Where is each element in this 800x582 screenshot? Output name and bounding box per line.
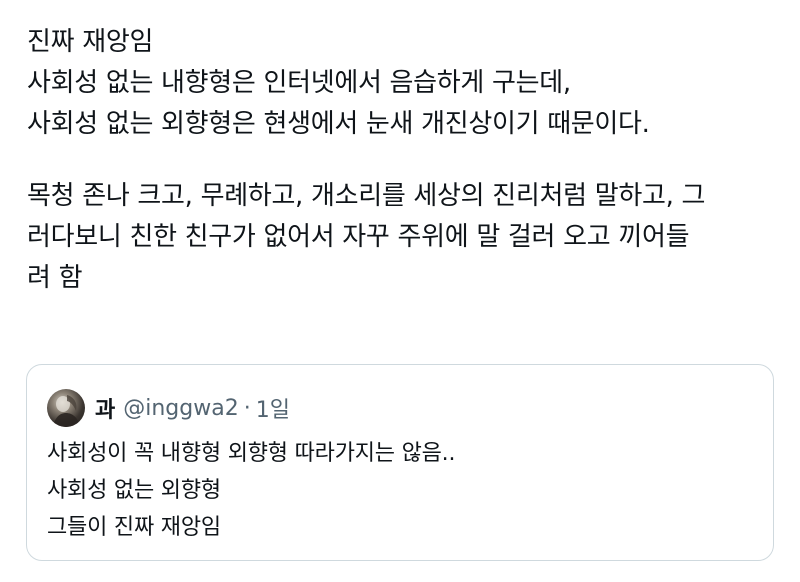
quoted-tweet-card[interactable]: 과 @inggwa2 · 1일 사회성이 꼭 내향형 외향형 따라가지는 않음.… — [26, 364, 774, 561]
author-handle[interactable]: @inggwa2 — [123, 396, 238, 421]
author-name[interactable]: 과 — [95, 392, 115, 424]
tweet-text: 진짜 재앙임 사회성 없는 내향형은 인터넷에서 음습하게 구는데, 사회성 없… — [27, 22, 777, 299]
tweet-line: 진짜 재앙임 — [27, 27, 154, 57]
separator-dot: · — [243, 395, 251, 421]
post-timestamp[interactable]: 1일 — [256, 392, 290, 424]
avatar[interactable] — [47, 389, 85, 427]
profile-photo-icon — [53, 395, 80, 427]
quoted-tweet-text: 사회성이 꼭 내향형 외향형 따라가지는 않음.. 사회성 없는 외향형 그들이… — [47, 435, 455, 546]
tweet-line: 목청 존나 크고, 무례하고, 개소리를 세상의 진리처럼 말하고, 그 — [27, 181, 706, 211]
tweet-line: 사회성 없는 외향형은 현생에서 눈새 개진상이기 때문이다. — [27, 109, 650, 139]
quote-line: 그들이 진짜 재앙임 — [47, 515, 221, 540]
tweet-line: 사회성 없는 내향형은 인터넷에서 음습하게 구는데, — [27, 68, 571, 98]
tweet-line: 려 함 — [27, 263, 83, 293]
quote-line: 사회성 없는 외향형 — [47, 478, 221, 503]
quoted-tweet-header: 과 @inggwa2 · 1일 — [47, 388, 290, 428]
quote-line: 사회성이 꼭 내향형 외향형 따라가지는 않음.. — [47, 441, 456, 466]
tweet-line: 러다보니 친한 친구가 없어서 자꾸 주위에 말 걸러 오고 끼어들 — [27, 222, 690, 252]
